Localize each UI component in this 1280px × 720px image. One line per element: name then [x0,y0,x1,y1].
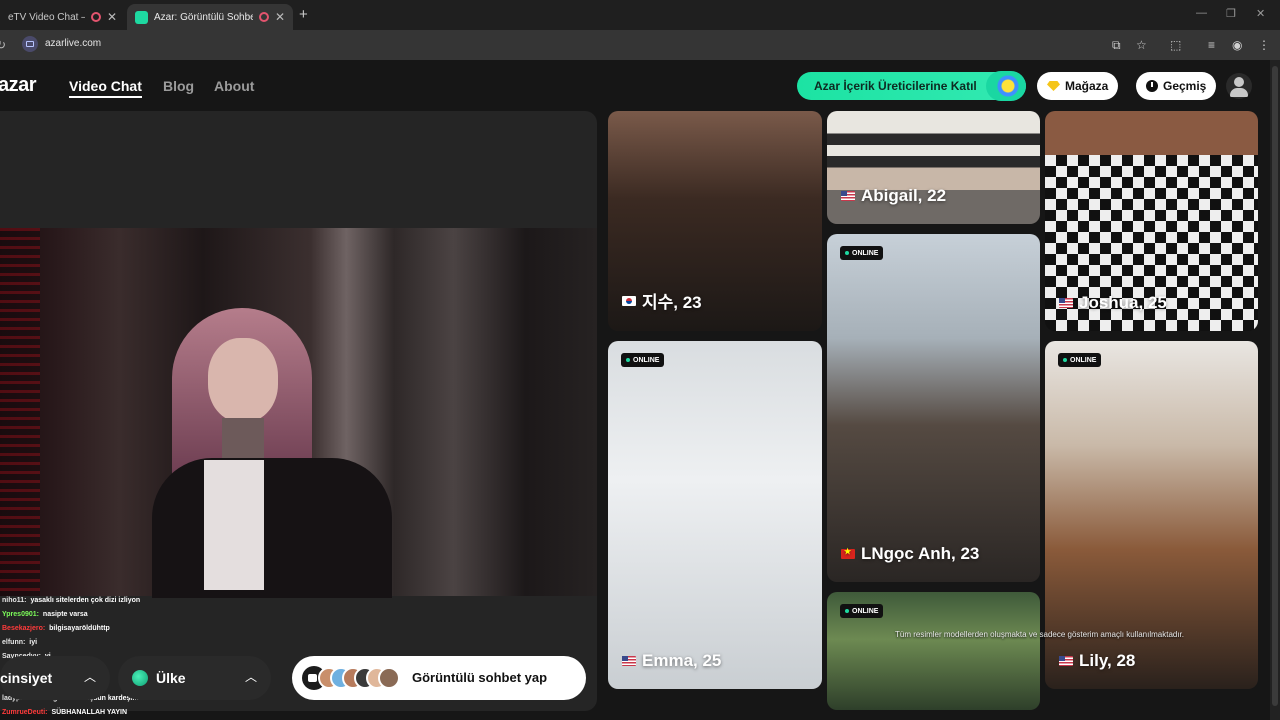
online-badge: ONLINE [840,246,884,260]
recording-icon [258,12,269,22]
chat-text: yasaklı sitelerden çok dizi izliyon [28,597,141,604]
user-avatar[interactable] [1226,73,1252,99]
profile-name: LNgọc Anh, 23 [841,544,979,564]
tab-title: Azar: Görüntülü Sohbet & [154,11,253,23]
gender-filter-label: cinsiyet [0,670,53,686]
menu-icon[interactable]: ⋮ [1258,38,1270,52]
address-toolbar: ↻ azarlive.com ⧉ ☆ ⬚ ≡ ◉ ⋮ [0,30,1280,60]
creator-program-button[interactable]: Azar İçerik Üreticilerine Katıl [797,71,1026,101]
close-icon[interactable]: ✕ [275,10,285,24]
recording-icon [90,12,101,22]
chevron-up-icon: ︿ [244,670,257,684]
chat-message: ZumrueDeuti: SÜBHANALLAH YAYIN [2,706,302,720]
nav-blog[interactable]: Blog [163,78,194,94]
profile-name: Joshua, 25 [1059,293,1167,313]
tab-azar[interactable]: Azar: Görüntülü Sohbet & ✕ [127,4,293,30]
profile-name: Abigail, 22 [841,186,946,206]
chat-text: bilgisayaröldühttp [47,625,110,632]
profile-card[interactable]: Joshua, 25 [1045,111,1258,331]
chat-text: nasipte varsa [40,611,88,618]
chat-username: niho11: [2,597,27,604]
tab-strip: eTV Video Chat — Ome ✕ Azar: Görüntülü S… [0,0,1280,30]
chevron-up-icon: ︿ [83,670,96,684]
profile-card[interactable]: Abigail, 22 [827,111,1040,224]
site-info-icon[interactable] [22,36,38,52]
tab-omegle[interactable]: eTV Video Chat — Ome ✕ [0,4,125,30]
chat-username: Besekazjero: [2,625,46,632]
streamer-figure [152,308,392,598]
chat-text: iyi [27,639,38,646]
minimize-icon[interactable]: — [1196,7,1207,19]
tab-title: eTV Video Chat — Ome [8,11,85,23]
close-icon[interactable]: ✕ [107,10,117,24]
profile-name: 지수, 23 [622,288,702,313]
profile-card[interactable]: ONLINE Emma, 25 [608,341,822,689]
profile-name: Emma, 25 [622,651,721,671]
start-video-chat-button[interactable]: Görüntülü sohbet yap [292,656,586,700]
nav-video-chat[interactable]: Video Chat [69,78,142,98]
nav-about[interactable]: About [214,78,254,94]
gender-filter[interactable]: cinsiyet ︿ [0,656,110,700]
led-strip [0,228,40,596]
page-scrollbar[interactable] [1270,60,1280,720]
history-button[interactable]: Geçmiş [1136,72,1217,100]
profile-icon[interactable]: ◉ [1232,38,1242,52]
extensions-icon[interactable]: ⬚ [1170,38,1181,52]
globe-icon [132,670,148,686]
flag-vn-icon [841,547,855,559]
profile-name: Lily, 28 [1059,651,1135,671]
clock-icon [1146,80,1158,92]
url-field[interactable]: azarlive.com [45,38,101,49]
chat-message: Ypres0901: nasipte varsa [2,608,302,622]
browser-window: eTV Video Chat — Ome ✕ Azar: Görüntülü S… [0,0,1280,720]
flag-us-icon [1059,656,1073,666]
diamond-icon [1047,81,1060,91]
country-filter-label: Ülke [156,670,186,686]
azar-logo[interactable]: azar [0,74,37,97]
profile-card[interactable]: ONLINE [827,592,1040,710]
flag-us-icon [622,656,636,666]
chat-username: elfunn: [2,639,26,646]
flag-us-icon [1059,298,1073,308]
webcam-stream [0,228,597,598]
chat-text: SÜBHANALLAH YAYIN [49,709,128,716]
start-video-chat-label: Görüntülü sohbet yap [412,670,548,685]
flag-us-icon [841,191,855,201]
bookmark-star-icon[interactable]: ☆ [1136,38,1147,52]
azar-favicon [135,10,148,24]
creator-program-label: Azar İçerik Üreticilerine Katıl [814,79,977,93]
online-badge: ONLINE [1058,353,1102,367]
chat-username: ZumrueDeuti: [2,709,48,716]
maximize-icon[interactable]: ❐ [1226,7,1236,20]
profile-card[interactable]: 지수, 23 [608,111,822,331]
online-badge: ONLINE [840,604,884,618]
image-disclaimer: Tüm resimler modellerden oluşmakta ve sa… [895,630,1185,639]
avatar-stack [318,667,400,689]
new-tab-button[interactable]: + [299,6,308,23]
reload-icon[interactable]: ↻ [0,38,6,52]
close-window-icon[interactable]: ✕ [1256,7,1265,20]
store-button[interactable]: Mağaza [1037,72,1119,100]
chat-message: Besekazjero: bilgisayaröldühttp [2,622,302,636]
chat-message: elfunn: iyi [2,636,302,650]
chat-message: niho11: yasaklı sitelerden çok dizi izli… [2,594,302,608]
flag-kr-icon [622,295,636,306]
store-label: Mağaza [1065,79,1109,93]
online-badge: ONLINE [621,353,665,367]
chat-username: Ypres0901: [2,611,39,618]
media-controls-icon[interactable]: ≡ [1208,38,1215,52]
install-app-icon[interactable]: ⧉ [1112,38,1121,53]
profile-card[interactable]: ONLINE LNgọc Anh, 23 [827,234,1040,582]
country-filter[interactable]: Ülke ︿ [118,656,271,700]
creator-badge-icon [986,71,1026,101]
history-label: Geçmiş [1163,79,1207,93]
